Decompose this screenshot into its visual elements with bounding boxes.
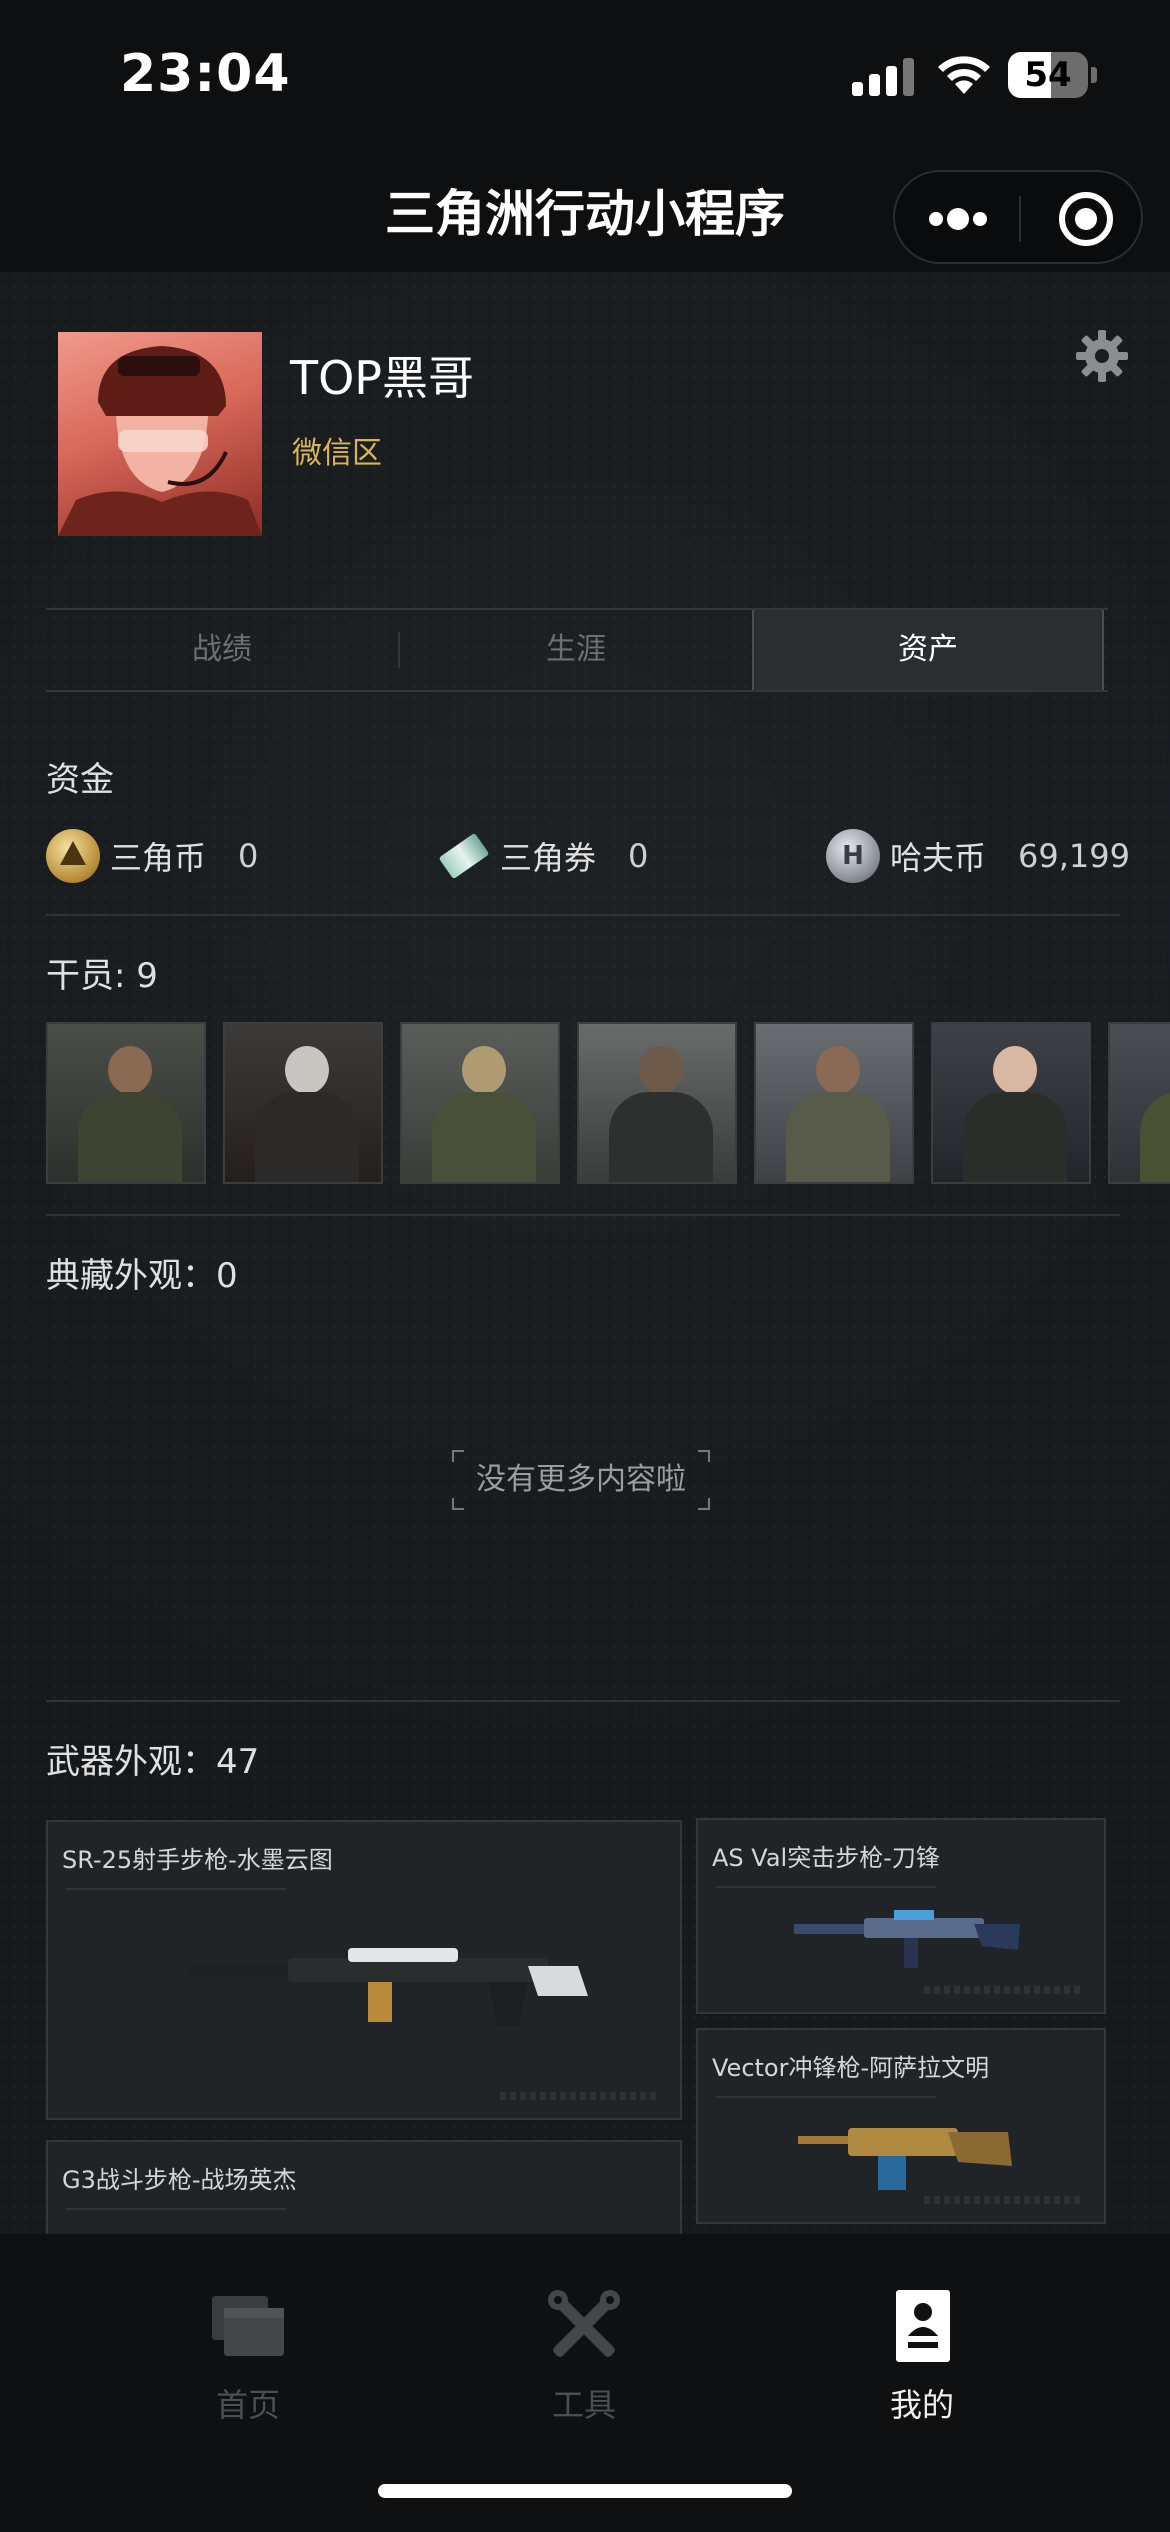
tools-icon bbox=[548, 2290, 620, 2357]
avatar[interactable] bbox=[58, 332, 262, 536]
status-bar: 23:04 54 bbox=[0, 0, 1170, 150]
fund-triangle-coin: 三角币 0 bbox=[46, 828, 258, 884]
capsule-divider bbox=[1019, 196, 1021, 242]
wifi-icon bbox=[938, 56, 990, 94]
username: TOP黑哥 bbox=[290, 351, 475, 405]
fund-label: 三角币 bbox=[110, 839, 207, 877]
agents-title: 干员: 9 bbox=[46, 956, 158, 996]
profile-icon bbox=[896, 2290, 950, 2362]
tab-tools[interactable]: 工具 bbox=[484, 2290, 684, 2424]
agent-card[interactable] bbox=[223, 1022, 383, 1184]
empty-tip-text: 没有更多内容啦 bbox=[476, 1462, 686, 1497]
battery-cap bbox=[1091, 67, 1097, 83]
smg-image bbox=[798, 2128, 1012, 2190]
home-icon bbox=[212, 2296, 284, 2356]
card-decoration bbox=[716, 2096, 936, 2104]
weapon-card[interactable]: G3战斗步枪-战场英杰 bbox=[46, 2140, 682, 2234]
weapon-card[interactable]: AS Val突击步枪-刀锋 bbox=[696, 1818, 1106, 2014]
tab-label: 我的 bbox=[889, 2386, 954, 2424]
fund-value: 69,199 bbox=[1018, 837, 1130, 875]
status-time: 23:04 bbox=[120, 44, 291, 104]
agents-list[interactable] bbox=[46, 1022, 1170, 1184]
agent-card[interactable] bbox=[754, 1022, 914, 1184]
weapon-name: SR-25射手步枪-水墨云图 bbox=[62, 1846, 333, 1874]
card-decoration bbox=[66, 2208, 286, 2216]
section-divider bbox=[46, 914, 1120, 916]
havoc-coin-icon bbox=[826, 829, 880, 883]
tab-mine[interactable]: 我的 bbox=[822, 2290, 1022, 2424]
card-decoration bbox=[924, 2196, 1084, 2204]
main-content[interactable]: TOP黑哥 微信区 战绩 生涯 资产 资金 三角币 0 三角券 0 哈夫 bbox=[0, 272, 1170, 2234]
triangle-ticket-icon bbox=[436, 829, 490, 883]
rifle-image bbox=[794, 1910, 1020, 1968]
funds-title: 资金 bbox=[46, 760, 114, 800]
agent-card[interactable] bbox=[1108, 1022, 1170, 1184]
more-icon[interactable] bbox=[929, 206, 989, 232]
fund-label: 哈夫币 bbox=[890, 839, 987, 877]
tab-label: 工具 bbox=[551, 2386, 616, 2424]
tab-career[interactable]: 生涯 bbox=[400, 610, 752, 690]
agent-card[interactable] bbox=[931, 1022, 1091, 1184]
section-divider bbox=[46, 1700, 1120, 1702]
card-decoration bbox=[66, 1888, 286, 1896]
card-decoration bbox=[716, 1886, 936, 1894]
collection-title: 典藏外观：0 bbox=[46, 1256, 238, 1296]
section-divider bbox=[46, 1214, 1120, 1216]
weapons-title: 武器外观：47 bbox=[46, 1742, 260, 1782]
agent-card[interactable] bbox=[400, 1022, 560, 1184]
settings-gear-icon[interactable] bbox=[1074, 328, 1130, 384]
weapon-name: G3战斗步枪-战场英杰 bbox=[62, 2166, 297, 2194]
weapon-card[interactable]: Vector冲锋枪-阿萨拉文明 bbox=[696, 2028, 1106, 2224]
tab-assets[interactable]: 资产 bbox=[752, 610, 1104, 690]
close-miniprogram-icon[interactable] bbox=[1059, 192, 1113, 246]
battery-icon: 54 bbox=[1008, 52, 1088, 98]
tab-record[interactable]: 战绩 bbox=[46, 610, 398, 690]
battery-level: 54 bbox=[1024, 55, 1072, 95]
tab-label: 首页 bbox=[215, 2386, 280, 2424]
nav-bar: 三角洲行动小程序 bbox=[0, 150, 1170, 272]
region-label: 微信区 bbox=[292, 436, 382, 471]
profile-tabs: 战绩 生涯 资产 bbox=[46, 608, 1108, 692]
tab-home[interactable]: 首页 bbox=[148, 2290, 348, 2424]
weapon-card[interactable]: SR-25射手步枪-水墨云图 bbox=[46, 1820, 682, 2120]
empty-tip: 没有更多内容啦 bbox=[452, 1450, 710, 1510]
fund-value: 0 bbox=[628, 837, 649, 875]
agent-card[interactable] bbox=[577, 1022, 737, 1184]
rifle-image bbox=[188, 1948, 588, 2026]
fund-value: 0 bbox=[238, 837, 259, 875]
card-decoration bbox=[500, 2092, 660, 2100]
fund-label: 三角券 bbox=[500, 839, 597, 877]
home-indicator bbox=[378, 2484, 792, 2498]
fund-triangle-ticket: 三角券 0 bbox=[436, 828, 648, 884]
weapon-name: Vector冲锋枪-阿萨拉文明 bbox=[712, 2054, 990, 2082]
triangle-coin-icon bbox=[46, 829, 100, 883]
miniprogram-capsule bbox=[893, 170, 1143, 264]
fund-havoc-coin: 哈夫币 69,199 bbox=[826, 828, 1130, 884]
card-decoration bbox=[924, 1986, 1084, 1994]
cellular-signal-icon bbox=[852, 58, 916, 96]
agent-card[interactable] bbox=[46, 1022, 206, 1184]
weapon-name: AS Val突击步枪-刀锋 bbox=[712, 1844, 940, 1872]
